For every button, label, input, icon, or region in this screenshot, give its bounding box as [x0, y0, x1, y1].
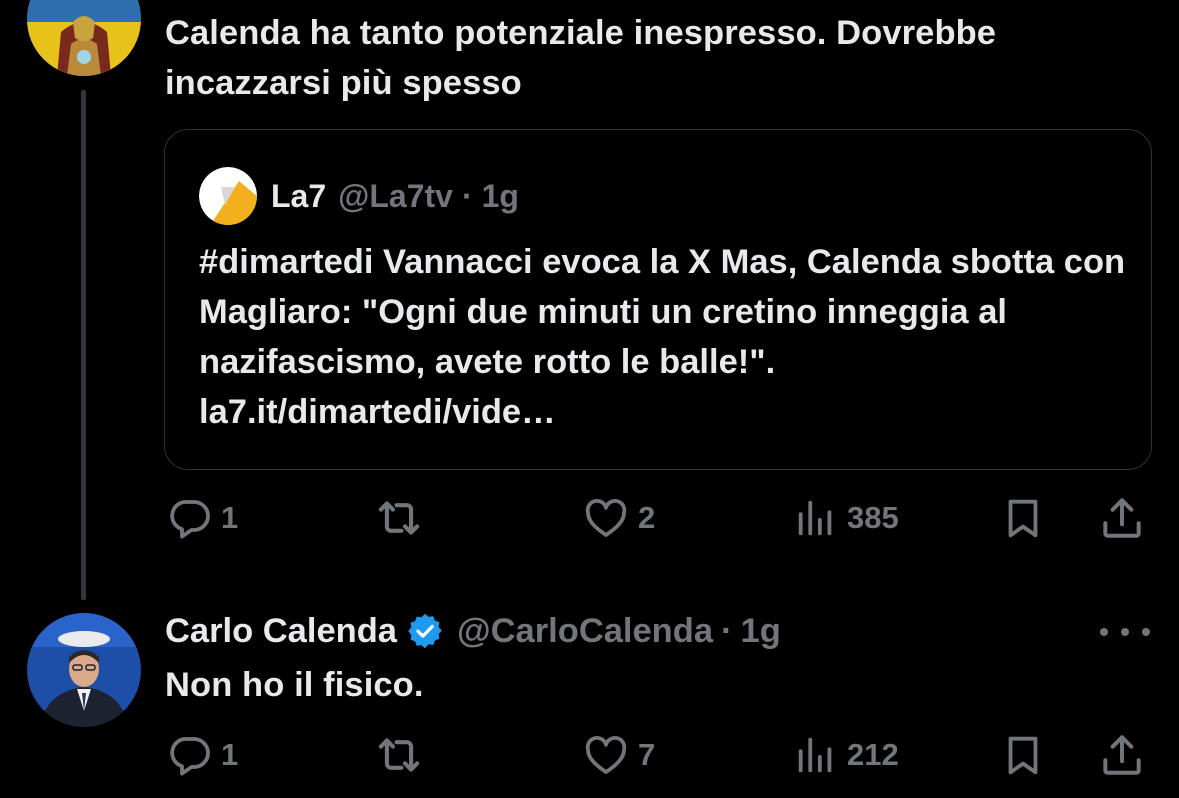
- timestamp[interactable]: 1g: [741, 612, 781, 651]
- share-button[interactable]: [1097, 725, 1147, 785]
- more-options-button[interactable]: [1100, 617, 1150, 647]
- share-icon: [1103, 498, 1141, 538]
- like-count: 7: [638, 737, 656, 772]
- share-button[interactable]: [1097, 488, 1147, 548]
- views-count: 212: [847, 737, 899, 772]
- author-name[interactable]: Carlo Calenda: [165, 612, 397, 651]
- reply-button[interactable]: 1: [165, 488, 238, 548]
- verified-badge-icon: [408, 613, 442, 649]
- quoted-avatar[interactable]: [199, 167, 257, 225]
- bookmark-button[interactable]: [1000, 488, 1046, 548]
- quoted-author-handle[interactable]: @La7tv: [338, 178, 453, 215]
- separator-dot: ·: [461, 177, 473, 214]
- avatar-user1[interactable]: [27, 0, 141, 76]
- like-icon: [585, 736, 627, 774]
- tweet-text: Non ho il fisico.: [165, 666, 424, 704]
- separator-dot: ·: [721, 611, 733, 650]
- quoted-author-name[interactable]: La7: [271, 178, 326, 215]
- bookmark-icon: [1008, 499, 1038, 538]
- views-button[interactable]: 212: [793, 725, 899, 785]
- tweet-actions: 1 7 212: [0, 725, 1179, 785]
- quoted-tweet-header: La7 @La7tv · 1g: [199, 167, 519, 225]
- author-handle[interactable]: @CarloCalenda: [457, 612, 713, 651]
- views-icon: [798, 737, 832, 773]
- views-button[interactable]: 385: [793, 488, 899, 548]
- retweet-button[interactable]: [370, 488, 436, 548]
- more-icon-dot: [1121, 628, 1129, 636]
- retweet-icon: [378, 738, 420, 772]
- like-button[interactable]: 2: [582, 488, 655, 548]
- reply-button[interactable]: 1: [165, 725, 238, 785]
- quoted-timestamp[interactable]: 1g: [482, 178, 519, 215]
- reply-count: 1: [221, 500, 239, 535]
- tweet-text: Calenda ha tanto potenziale inespresso. …: [165, 14, 997, 102]
- retweet-icon: [378, 501, 420, 535]
- tweet-author-row: Carlo Calenda @CarloCalenda · 1g: [165, 606, 781, 656]
- reply-count: 1: [221, 737, 239, 772]
- quoted-tweet-text: #dimartedi Vannacci evoca la X Mas, Cale…: [199, 243, 1126, 431]
- like-icon: [585, 499, 627, 537]
- views-count: 385: [847, 500, 899, 535]
- share-icon: [1103, 735, 1141, 775]
- retweet-button[interactable]: [370, 725, 436, 785]
- like-button[interactable]: 7: [582, 725, 655, 785]
- like-count: 2: [638, 500, 656, 535]
- avatar-carlo-calenda[interactable]: [27, 613, 141, 727]
- quoted-tweet[interactable]: La7 @La7tv · 1g #dimartedi Vannacci evoc…: [164, 129, 1152, 470]
- more-icon-dot: [1100, 628, 1108, 636]
- bookmark-button[interactable]: [1000, 725, 1046, 785]
- reply-icon: [170, 737, 210, 776]
- bookmark-icon: [1008, 736, 1038, 775]
- tweet-actions: 1 2 385: [0, 488, 1179, 548]
- reply-icon: [170, 500, 210, 539]
- more-icon-dot: [1142, 628, 1150, 636]
- views-icon: [798, 500, 832, 536]
